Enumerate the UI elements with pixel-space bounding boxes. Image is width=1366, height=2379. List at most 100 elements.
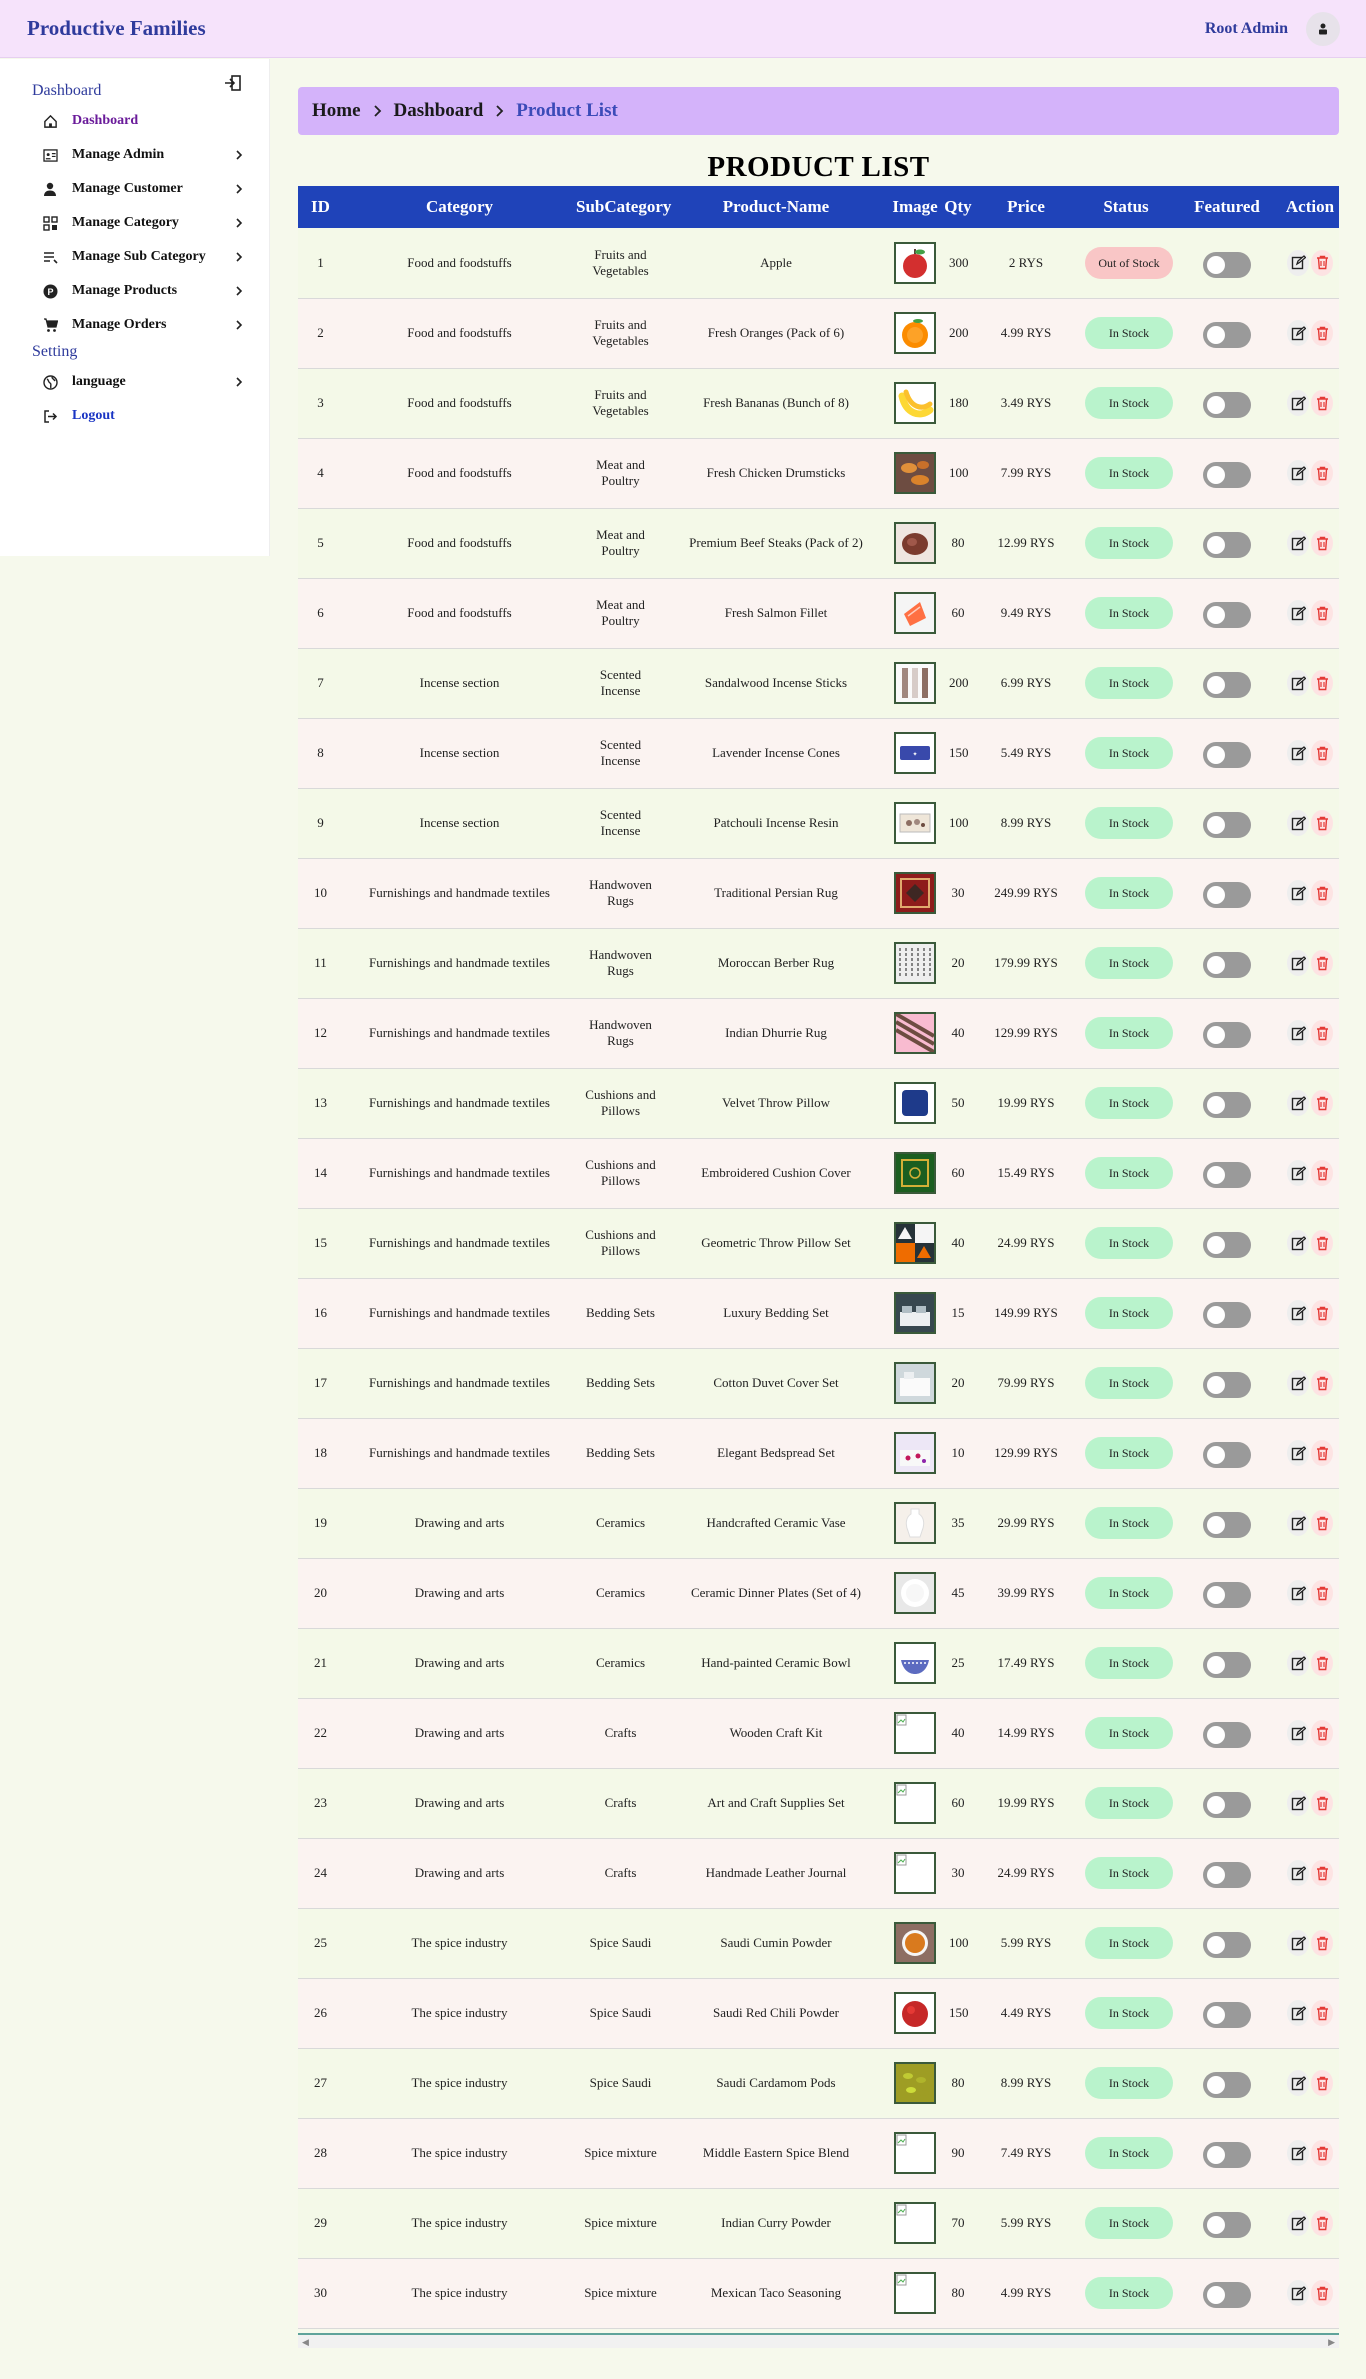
featured-toggle[interactable]: [1203, 602, 1251, 628]
product-image[interactable]: [894, 1152, 936, 1194]
sidebar-item-logout[interactable]: Logout: [40, 403, 246, 429]
delete-button[interactable]: [1311, 1440, 1333, 1466]
edit-button[interactable]: [1287, 1650, 1309, 1676]
edit-button[interactable]: [1287, 2140, 1309, 2166]
product-image[interactable]: [894, 1712, 936, 1754]
featured-toggle[interactable]: [1203, 1652, 1251, 1678]
delete-button[interactable]: [1311, 2070, 1333, 2096]
edit-button[interactable]: [1287, 1930, 1309, 1956]
delete-button[interactable]: [1311, 1090, 1333, 1116]
edit-button[interactable]: [1287, 2280, 1309, 2306]
product-image[interactable]: [894, 312, 936, 354]
delete-button[interactable]: [1311, 2000, 1333, 2026]
featured-toggle[interactable]: [1203, 1582, 1251, 1608]
edit-button[interactable]: [1287, 1020, 1309, 1046]
delete-button[interactable]: [1311, 1720, 1333, 1746]
product-image[interactable]: [894, 1082, 936, 1124]
delete-button[interactable]: [1311, 1020, 1333, 1046]
featured-toggle[interactable]: [1203, 1302, 1251, 1328]
featured-toggle[interactable]: [1203, 462, 1251, 488]
featured-toggle[interactable]: [1203, 672, 1251, 698]
delete-button[interactable]: [1311, 320, 1333, 346]
sidebar-item-manage-products[interactable]: P Manage Products: [40, 278, 246, 304]
delete-button[interactable]: [1311, 2280, 1333, 2306]
sidebar-item-manage-admin[interactable]: Manage Admin: [40, 142, 246, 168]
delete-button[interactable]: [1311, 1860, 1333, 1886]
delete-button[interactable]: [1311, 950, 1333, 976]
delete-button[interactable]: [1311, 1930, 1333, 1956]
edit-button[interactable]: [1287, 810, 1309, 836]
featured-toggle[interactable]: [1203, 392, 1251, 418]
featured-toggle[interactable]: [1203, 251, 1251, 278]
product-image[interactable]: [894, 1922, 936, 1964]
featured-toggle[interactable]: [1203, 882, 1251, 908]
product-image[interactable]: [894, 1852, 936, 1894]
sidebar-item-manage-category[interactable]: Manage Category: [40, 210, 246, 236]
product-image[interactable]: [894, 452, 936, 494]
product-image[interactable]: [894, 2062, 936, 2104]
featured-toggle[interactable]: [1203, 1932, 1251, 1958]
edit-button[interactable]: [1287, 1580, 1309, 1606]
product-image[interactable]: [894, 382, 936, 424]
product-image[interactable]: [894, 1642, 936, 1684]
edit-button[interactable]: [1287, 950, 1309, 976]
featured-toggle[interactable]: [1203, 1442, 1251, 1468]
scroll-right-icon[interactable]: ▶: [1328, 2337, 1335, 2348]
sidebar-item-dashboard[interactable]: Dashboard: [40, 108, 246, 134]
edit-button[interactable]: [1287, 1370, 1309, 1396]
product-image[interactable]: [894, 1292, 936, 1334]
featured-toggle[interactable]: [1203, 1372, 1251, 1398]
featured-toggle[interactable]: [1203, 532, 1251, 558]
delete-button[interactable]: [1311, 390, 1333, 416]
sidebar-item-manage-orders[interactable]: Manage Orders: [40, 312, 246, 338]
breadcrumb-home[interactable]: Home: [312, 100, 361, 122]
product-image[interactable]: [894, 2202, 936, 2244]
sidebar-collapse-button[interactable]: [224, 74, 244, 94]
edit-button[interactable]: [1287, 1300, 1309, 1326]
featured-toggle[interactable]: [1203, 952, 1251, 978]
avatar[interactable]: [1306, 11, 1340, 46]
product-image[interactable]: [894, 1572, 936, 1614]
edit-button[interactable]: [1287, 600, 1309, 626]
product-image[interactable]: [894, 1362, 936, 1404]
featured-toggle[interactable]: [1203, 1512, 1251, 1538]
product-image[interactable]: [894, 241, 936, 284]
sidebar-item-manage-sub-category[interactable]: Manage Sub Category: [40, 244, 246, 270]
delete-button[interactable]: [1311, 530, 1333, 556]
product-image[interactable]: [894, 1222, 936, 1264]
product-image[interactable]: [894, 1432, 936, 1474]
edit-button[interactable]: [1287, 1160, 1309, 1186]
user-name[interactable]: Root Admin: [1205, 20, 1288, 38]
delete-button[interactable]: [1311, 880, 1333, 906]
edit-button[interactable]: [1287, 740, 1309, 766]
horizontal-scrollbar[interactable]: ◀ ▶: [298, 2333, 1339, 2348]
edit-button[interactable]: [1287, 460, 1309, 486]
edit-button[interactable]: [1287, 880, 1309, 906]
breadcrumb-dashboard[interactable]: Dashboard: [394, 100, 484, 122]
delete-button[interactable]: [1311, 249, 1333, 276]
scroll-left-icon[interactable]: ◀: [302, 2337, 309, 2348]
edit-button[interactable]: [1287, 2070, 1309, 2096]
delete-button[interactable]: [1311, 1580, 1333, 1606]
delete-button[interactable]: [1311, 1300, 1333, 1326]
product-image[interactable]: [894, 522, 936, 564]
product-image[interactable]: [894, 1502, 936, 1544]
edit-button[interactable]: [1287, 2210, 1309, 2236]
featured-toggle[interactable]: [1203, 2072, 1251, 2098]
brand-title[interactable]: Productive Families: [27, 16, 206, 41]
delete-button[interactable]: [1311, 670, 1333, 696]
edit-button[interactable]: [1287, 1090, 1309, 1116]
product-image[interactable]: [894, 2272, 936, 2314]
featured-toggle[interactable]: [1203, 2002, 1251, 2028]
delete-button[interactable]: [1311, 1510, 1333, 1536]
product-image[interactable]: [894, 1782, 936, 1824]
product-image[interactable]: [894, 1992, 936, 2034]
product-image[interactable]: [894, 942, 936, 984]
edit-button[interactable]: [1287, 1860, 1309, 1886]
delete-button[interactable]: [1311, 2210, 1333, 2236]
delete-button[interactable]: [1311, 810, 1333, 836]
edit-button[interactable]: [1287, 390, 1309, 416]
sidebar-item-manage-customer[interactable]: Manage Customer: [40, 176, 246, 202]
featured-toggle[interactable]: [1203, 2212, 1251, 2238]
edit-button[interactable]: [1287, 1440, 1309, 1466]
